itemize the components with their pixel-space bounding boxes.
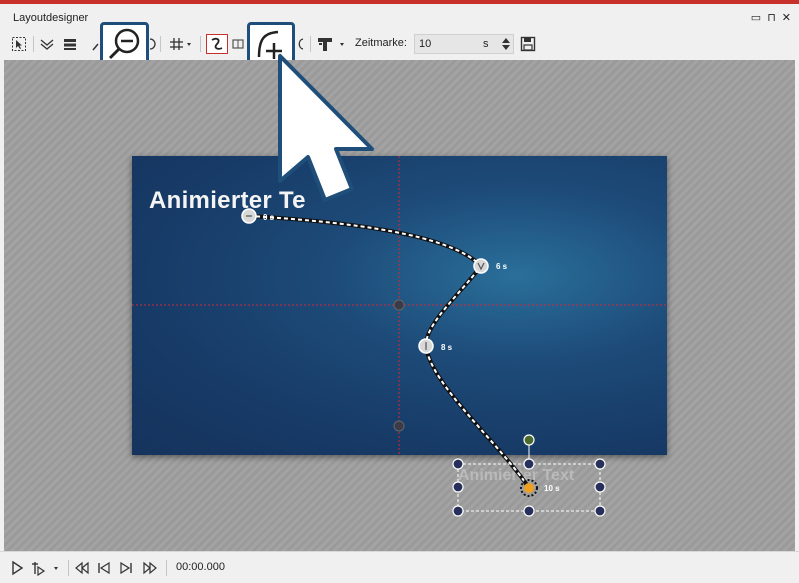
pin-button[interactable]: ⊓ <box>767 11 776 24</box>
zoom-in-partial-button[interactable] <box>92 34 100 54</box>
restore-button[interactable]: ▭ <box>751 11 761 24</box>
time-display: 00:00.000 <box>176 561 225 573</box>
motion-path-button[interactable] <box>206 34 228 54</box>
window-controls: ▭ ⊓ ✕ <box>751 11 791 24</box>
toolbar-separator <box>166 560 167 576</box>
grid-icon <box>170 38 191 50</box>
toolbar: Zeitmarke: 10 s <box>0 22 799 66</box>
keyframe-0[interactable] <box>241 208 257 224</box>
rewind-icon <box>75 561 89 575</box>
play-icon <box>12 560 24 576</box>
keyframe-8[interactable] <box>418 338 434 354</box>
fast-forward-button[interactable] <box>142 558 158 578</box>
skip-forward-icon <box>120 561 132 575</box>
toolbar-separator <box>200 36 201 52</box>
zoom-fit-partial-button[interactable] <box>149 34 157 54</box>
grid-button[interactable] <box>167 34 195 54</box>
ghost-title-text[interactable]: Animierter Text <box>458 467 574 485</box>
previous-frame-button[interactable] <box>96 558 112 578</box>
zeitmarke-label: Zeitmarke: <box>355 37 407 49</box>
curve-icon <box>211 37 223 50</box>
zeitmarke-input[interactable]: 10 <box>414 34 514 54</box>
select-tool-button[interactable] <box>9 34 29 54</box>
bracket-icon <box>298 38 304 50</box>
zoom-out-icon <box>108 28 140 60</box>
play-button[interactable] <box>9 558 25 578</box>
layers-button[interactable] <box>37 34 57 54</box>
playback-bar: 00:00.000 <box>0 551 799 583</box>
keyframe-6[interactable] <box>473 258 489 274</box>
text-tool-button[interactable] <box>315 34 349 54</box>
magnifier-icon <box>92 43 99 51</box>
rewind-button[interactable] <box>74 558 90 578</box>
toolbar-separator <box>68 560 69 576</box>
keyframe-node-button[interactable] <box>231 34 245 54</box>
layoutdesigner-window: Layoutdesigner ▭ ⊓ ✕ Zeitmarke: 10 s Ani… <box>0 0 799 583</box>
toolbar-separator <box>310 36 311 52</box>
next-frame-button[interactable] <box>118 558 134 578</box>
stepper-icon <box>502 38 510 50</box>
save-icon <box>520 36 536 52</box>
stage-title-text[interactable]: Animierter Te <box>149 187 306 215</box>
play-options-button[interactable] <box>30 558 64 578</box>
align-icon <box>64 39 76 50</box>
layers-icon <box>40 39 54 50</box>
skip-back-icon <box>98 561 110 575</box>
toolbar-separator <box>33 36 34 52</box>
zeitmarke-stepper[interactable] <box>500 34 512 54</box>
text-tool-icon <box>318 38 344 51</box>
close-button[interactable]: ✕ <box>782 11 791 24</box>
select-icon <box>12 37 26 51</box>
zoom-reset-icon <box>149 38 156 50</box>
align-button[interactable] <box>60 34 80 54</box>
save-button[interactable] <box>518 34 538 54</box>
play-from-icon <box>32 562 58 576</box>
fast-forward-icon <box>143 561 157 575</box>
path-end-button[interactable] <box>295 34 305 54</box>
add-keyframe-icon <box>257 30 282 59</box>
toolbar-separator <box>160 36 161 52</box>
window-title: Layoutdesigner <box>13 12 89 24</box>
node-icon <box>232 39 244 49</box>
zeitmarke-unit: s <box>483 38 489 50</box>
